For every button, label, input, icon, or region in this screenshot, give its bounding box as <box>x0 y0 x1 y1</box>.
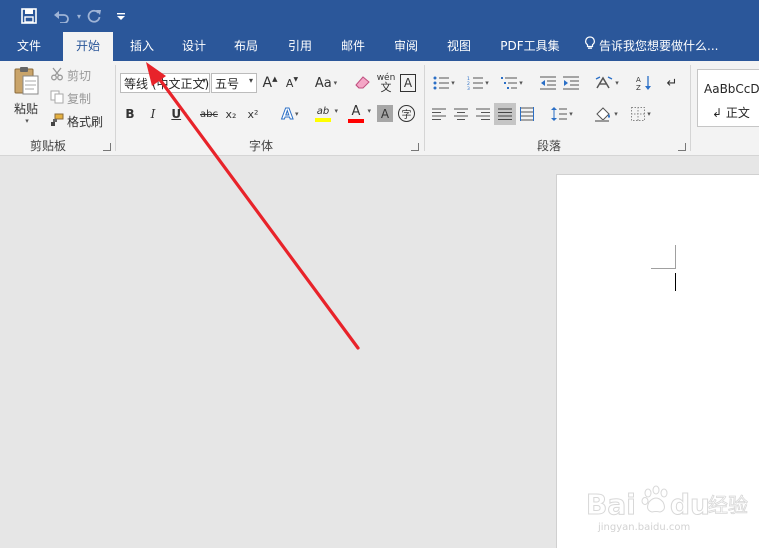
watermark: Bai du 经验 jingyan.baidu.com <box>584 478 754 538</box>
baidu-logo: Bai du 经验 jingyan.baidu.com <box>586 485 748 533</box>
svg-text:经验: 经验 <box>708 493 748 517</box>
svg-text:du: du <box>670 488 710 521</box>
svg-text:jingyan.baidu.com: jingyan.baidu.com <box>597 522 690 533</box>
annotation-arrow <box>146 62 360 350</box>
svg-text:Bai: Bai <box>586 488 636 521</box>
